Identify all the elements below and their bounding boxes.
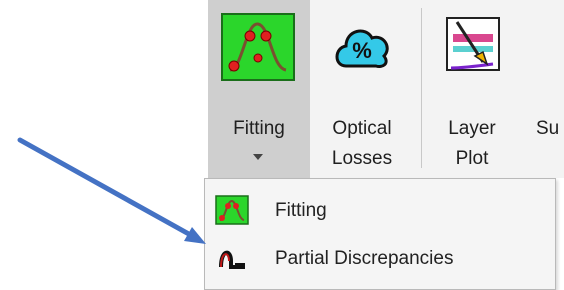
pointer-arrow-icon <box>17 137 206 244</box>
